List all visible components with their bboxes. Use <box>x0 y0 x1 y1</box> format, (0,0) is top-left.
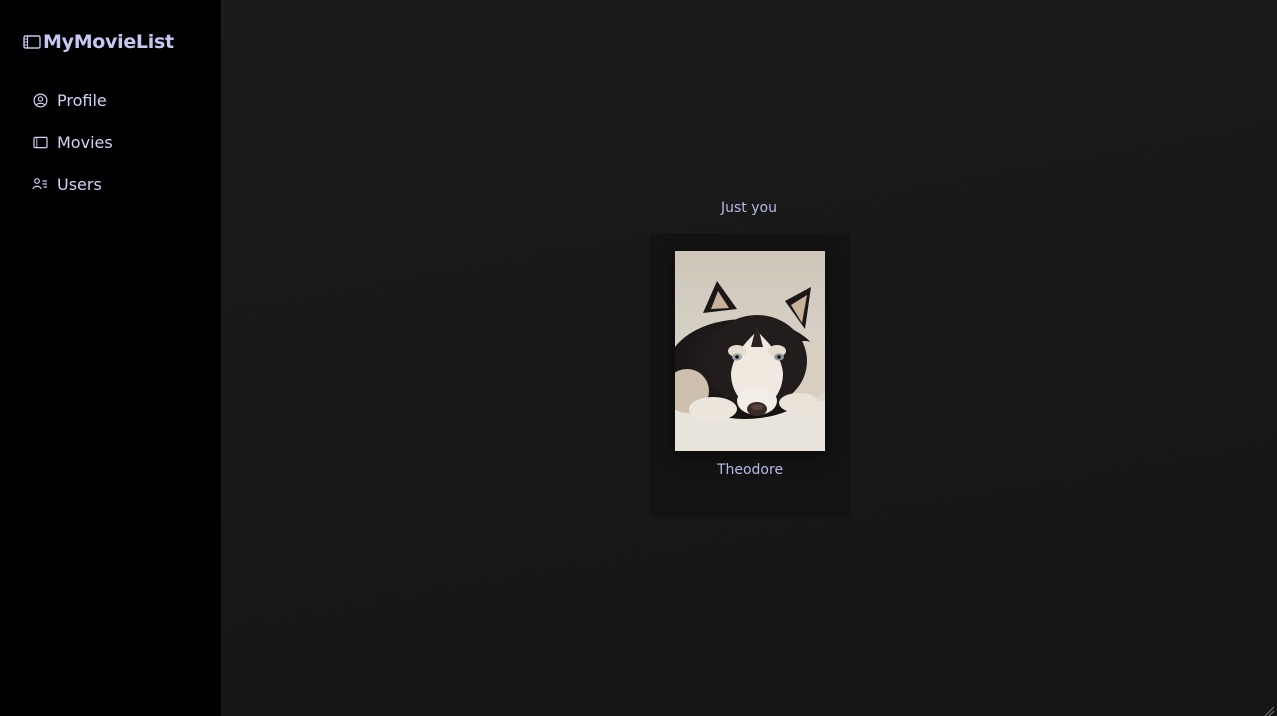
avatar[interactable] <box>675 251 825 451</box>
resize-grip-icon[interactable] <box>1263 702 1275 716</box>
app-title: MyMovieList <box>43 31 174 53</box>
user-circle-icon <box>32 92 48 108</box>
sidebar-item-users[interactable]: Users <box>32 163 113 205</box>
user-card[interactable]: Theodore <box>650 233 850 517</box>
husky-puppy-photo <box>675 251 825 451</box>
sidebar-item-label: Users <box>57 174 102 194</box>
brand-logo[interactable]: MyMovieList <box>23 29 174 55</box>
sidebar-item-label: Movies <box>57 132 113 152</box>
sidebar: MyMovieList Profile Movies Users <box>0 0 221 716</box>
app-window: MyMovieList Profile Movies Users Just yo… <box>0 0 1277 716</box>
main-content: Just you Theodore <box>221 0 1277 716</box>
sidebar-item-label: Profile <box>57 90 107 110</box>
film-icon <box>32 134 48 150</box>
users-list-icon <box>32 176 48 192</box>
sidebar-nav: Profile Movies Users <box>32 79 113 205</box>
film-icon <box>23 34 41 50</box>
user-name[interactable]: Theodore <box>650 462 850 478</box>
users-caption: Just you <box>721 200 777 216</box>
sidebar-item-movies[interactable]: Movies <box>32 121 113 163</box>
sidebar-item-profile[interactable]: Profile <box>32 79 113 121</box>
